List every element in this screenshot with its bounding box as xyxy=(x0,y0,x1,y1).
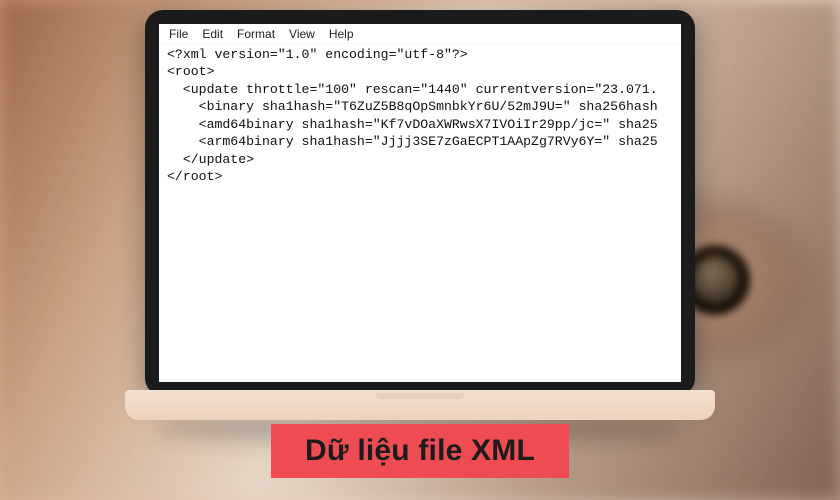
laptop-frame: File Edit Format View Help <?xml version… xyxy=(125,10,715,450)
screen-bezel: File Edit Format View Help <?xml version… xyxy=(145,10,695,396)
menu-edit[interactable]: Edit xyxy=(202,27,223,41)
code-line: <amd64binary sha1hash="Kf7vDOaXWRwsX7IVO… xyxy=(167,117,658,132)
menu-format[interactable]: Format xyxy=(237,27,275,41)
code-line: <root> xyxy=(167,64,214,79)
menu-file[interactable]: File xyxy=(169,27,188,41)
code-line: <update throttle="100" rescan="1440" cur… xyxy=(167,82,658,97)
menu-help[interactable]: Help xyxy=(329,27,354,41)
menu-view[interactable]: View xyxy=(289,27,315,41)
code-line: <?xml version="1.0" encoding="utf-8"?> xyxy=(167,47,468,62)
code-line: <arm64binary sha1hash="Jjjj3SE7zGaECPT1A… xyxy=(167,134,658,149)
editor-screen: File Edit Format View Help <?xml version… xyxy=(159,24,681,382)
code-line: <binary sha1hash="T6ZuZ5B8qOpSmnbkYr6U/5… xyxy=(167,99,658,114)
code-line: </update> xyxy=(167,152,254,167)
menubar: File Edit Format View Help xyxy=(159,24,681,44)
caption-label: Dữ liệu file XML xyxy=(271,424,569,478)
code-area[interactable]: <?xml version="1.0" encoding="utf-8"?> <… xyxy=(159,44,681,382)
code-line: </root> xyxy=(167,169,222,184)
laptop-base xyxy=(125,390,715,420)
